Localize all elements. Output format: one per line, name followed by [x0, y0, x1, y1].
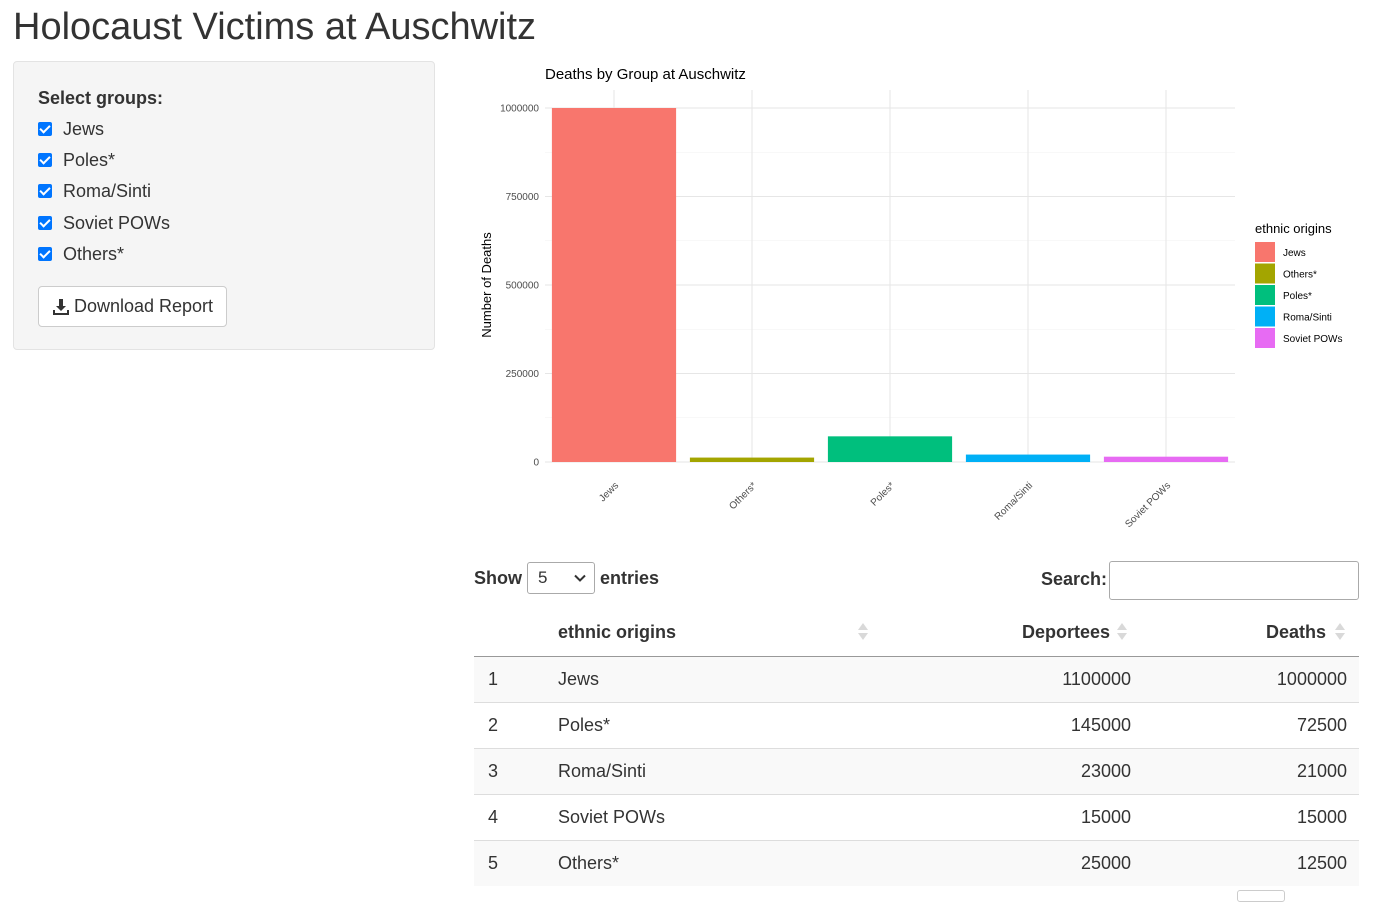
cell-ethnic-origin: Jews: [558, 656, 868, 703]
checkbox-label: Others*: [63, 243, 125, 264]
cell-ethnic-origin: Others*: [558, 840, 868, 886]
legend-label: Poles*: [1283, 291, 1312, 302]
legend-swatch: [1255, 285, 1275, 305]
checkbox-checked-icon[interactable]: [38, 216, 52, 230]
page-length-select[interactable]: 5: [527, 562, 595, 594]
search-label: Search:: [1041, 569, 1108, 589]
search-input[interactable]: [1109, 561, 1359, 600]
legend-swatch: [1255, 263, 1275, 284]
cell-deaths: 21000: [1143, 748, 1359, 795]
download-report-label: Download Report: [73, 296, 214, 316]
legend-label: Soviet POWs: [1283, 334, 1342, 345]
show-label: Show: [474, 567, 522, 588]
legend-swatch: [1255, 242, 1275, 262]
select-groups-label: Select groups:: [38, 88, 164, 108]
legend-label: Roma/Sinti: [1283, 313, 1332, 324]
legend-title: ethnic origins: [1255, 221, 1332, 236]
column-header-index[interactable]: [474, 608, 558, 657]
pagination-button[interactable]: [1237, 890, 1285, 902]
checkbox-others[interactable]: Others*: [38, 243, 124, 265]
cell-deportees: 23000: [868, 748, 1143, 795]
y-tick-label: 500000: [506, 281, 540, 292]
cell-ethnic-origin: Roma/Sinti: [558, 748, 868, 795]
legend-swatch: [1255, 328, 1275, 348]
sort-icon: [858, 621, 868, 643]
table-row[interactable]: 5 Others* 25000 12500: [474, 840, 1359, 886]
cell-deportees: 15000: [868, 794, 1143, 841]
checkbox-jews[interactable]: Jews: [38, 118, 104, 140]
page-length-value: 5: [538, 568, 548, 587]
table-row[interactable]: 2 Poles* 145000 72500: [474, 702, 1359, 749]
download-icon: [52, 298, 69, 315]
table-header-row: ethnic origins Deportees Deaths: [474, 608, 1359, 657]
cell-deaths: 15000: [1143, 794, 1359, 841]
x-tick-label: Poles*: [869, 480, 897, 508]
cell-deportees: 1100000: [868, 656, 1143, 703]
checkbox-poles[interactable]: Poles*: [38, 149, 115, 171]
bar-poles-: [827, 436, 953, 462]
cell-deaths: 72500: [1143, 702, 1359, 749]
cell-index: 5: [474, 840, 558, 886]
bar-roma-sinti: [965, 454, 1091, 462]
column-header-deportees[interactable]: Deportees: [868, 608, 1143, 657]
cell-deportees: 145000: [868, 702, 1143, 749]
checkbox-checked-icon[interactable]: [38, 153, 52, 167]
cell-index: 1: [474, 656, 558, 703]
legend-label: Jews: [1283, 248, 1306, 259]
bar-jews: [551, 108, 677, 462]
checkbox-roma-sinti[interactable]: Roma/Sinti: [38, 180, 151, 202]
sidebar-panel: Select groups: Jews Poles* Roma/Sinti So…: [13, 61, 435, 350]
checkbox-checked-icon[interactable]: [38, 184, 52, 198]
checkbox-label: Roma/Sinti: [63, 180, 152, 201]
sort-icon: [1117, 621, 1127, 643]
cell-index: 4: [474, 794, 558, 841]
page-title: Holocaust Victims at Auschwitz: [13, 6, 537, 48]
y-tick-label: 1000000: [500, 104, 539, 115]
column-header-label: ethnic origins: [558, 621, 677, 642]
checkbox-label: Poles*: [63, 149, 116, 170]
entries-label: entries: [600, 567, 660, 588]
y-tick-label: 0: [533, 458, 539, 469]
y-axis-label: Number of Deaths: [479, 232, 494, 338]
cell-deaths: 1000000: [1143, 656, 1359, 703]
x-tick-label: Others*: [727, 480, 759, 512]
chart-title: Deaths by Group at Auschwitz: [545, 66, 746, 83]
checkbox-checked-icon[interactable]: [38, 247, 52, 261]
x-tick-label: Roma/Sinti: [993, 480, 1035, 522]
page-length-control: Show 5 entries: [474, 562, 659, 594]
bar-soviet-pows: [1103, 456, 1229, 462]
download-report-button[interactable]: Download Report: [38, 286, 227, 327]
checkbox-checked-icon[interactable]: [38, 122, 52, 136]
table-row[interactable]: 3 Roma/Sinti 23000 21000: [474, 748, 1359, 795]
column-header-label: Deportees: [1021, 621, 1110, 642]
checkbox-label: Soviet POWs: [63, 212, 171, 233]
column-header-deaths[interactable]: Deaths: [1143, 608, 1359, 657]
bar-others-: [689, 457, 815, 462]
table-row[interactable]: 4 Soviet POWs 15000 15000: [474, 794, 1359, 841]
legend-label: Others*: [1283, 270, 1317, 281]
cell-index: 3: [474, 748, 558, 795]
legend-swatch: [1255, 306, 1275, 327]
checkbox-soviet-pows[interactable]: Soviet POWs: [38, 212, 170, 234]
cell-ethnic-origin: Poles*: [558, 702, 868, 749]
y-tick-label: 250000: [506, 369, 540, 380]
chevron-down-icon: [574, 574, 586, 582]
data-table: ethnic origins Deportees Deaths 1 Jews 1…: [474, 608, 1359, 886]
x-tick-label: Jews: [597, 480, 621, 504]
cell-index: 2: [474, 702, 558, 749]
cell-deaths: 12500: [1143, 840, 1359, 886]
x-tick-label: Soviet POWs: [1123, 480, 1173, 530]
y-tick-label: 750000: [506, 192, 540, 203]
cell-ethnic-origin: Soviet POWs: [558, 794, 868, 841]
column-header-label: Deaths: [1265, 621, 1326, 642]
column-header-ethnic-origins[interactable]: ethnic origins: [558, 608, 868, 657]
deaths-bar-chart: 0 250000 500000 750000 1000000 Jews Others* Pol…: [479, 66, 1342, 530]
table-row[interactable]: 1 Jews 1100000 1000000: [474, 656, 1359, 703]
checkbox-label: Jews: [63, 118, 105, 139]
sort-icon: [1335, 621, 1345, 643]
cell-deportees: 25000: [868, 840, 1143, 886]
